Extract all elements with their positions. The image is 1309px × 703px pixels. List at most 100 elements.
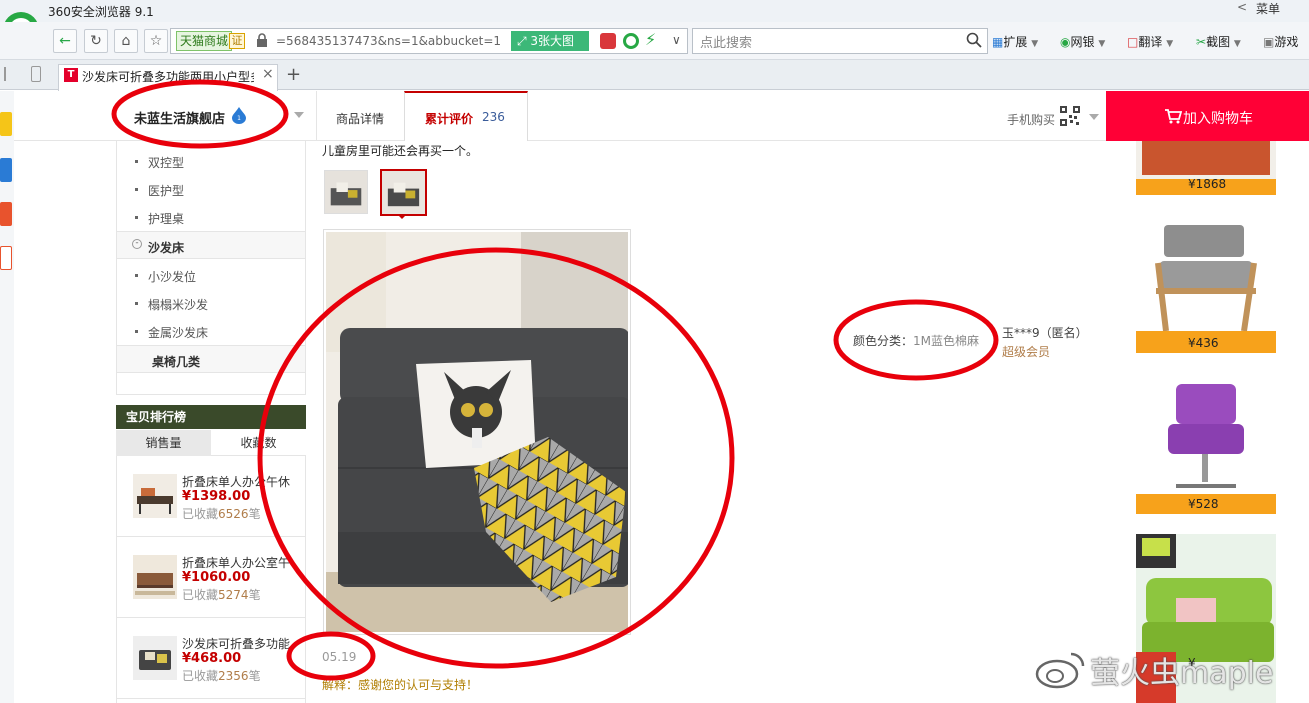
ranking-item-name[interactable]: 沙发床可折叠多功能 (182, 635, 292, 652)
tab-scroll-handle[interactable] (4, 67, 6, 81)
chevron-down-icon: ▼ (1098, 39, 1106, 49)
tab-sales[interactable]: 销售量 (116, 430, 211, 456)
chevron-down-icon: ▼ (1233, 39, 1241, 49)
svg-text:1: 1 (237, 115, 241, 122)
ranking-item-name[interactable]: 折叠床单人办公午休 (182, 473, 292, 490)
chevron-down-icon[interactable]: ∨ (672, 33, 681, 47)
weibo-watermark-icon (1035, 652, 1085, 689)
tmall-favicon-icon: T (64, 68, 78, 82)
tab-product-detail[interactable]: 商品详情 (336, 110, 384, 127)
category-group-row[interactable] (117, 345, 305, 373)
tab-title[interactable]: 沙发床可折叠多功能两用小户型多 (82, 68, 254, 85)
new-tab-button[interactable]: + (286, 64, 301, 85)
review-thumbnail[interactable] (324, 170, 368, 214)
favorite-icon[interactable] (0, 112, 12, 136)
mail-icon[interactable] (600, 33, 616, 49)
search-placeholder: 点此搜索 (700, 36, 753, 51)
category-item[interactable]: 金属沙发床 (148, 324, 208, 341)
category-group-row[interactable] (117, 231, 305, 259)
ranking-title: 宝贝排行榜 (116, 405, 306, 429)
recommend-price[interactable]: ¥1868 (1188, 177, 1226, 191)
bank-icon: ◉ (1060, 35, 1071, 49)
url-text[interactable]: =568435137473&ns=1&abbucket=1 (276, 34, 508, 48)
games-label: 游戏 (1274, 35, 1299, 49)
product-thumbnail[interactable] (133, 474, 177, 518)
refresh-icon[interactable]: ↻ (84, 29, 108, 53)
app-title: 360安全浏览器 9.1 (48, 5, 154, 19)
weibo-icon[interactable] (0, 202, 12, 226)
security-icon[interactable] (623, 33, 639, 49)
recommend-price[interactable]: ¥436 (1188, 336, 1219, 350)
review-thumbnail-selected[interactable] (380, 169, 427, 216)
ranking-item-fav: 已收藏6526笔 (182, 507, 261, 521)
chevron-down-icon: ▼ (1166, 39, 1174, 49)
sku-info: 颜色分类：1M蓝色棉麻 (853, 332, 979, 349)
window-back-button[interactable]: < (1237, 0, 1247, 14)
category-item[interactable]: 双控型 (148, 154, 184, 171)
reviewer-level[interactable]: 超级会员 (1002, 343, 1050, 360)
cart-icon (1165, 109, 1182, 124)
add-to-cart-label: 加入购物车 (1183, 111, 1253, 127)
games-tool[interactable]: ▣游戏 (1263, 33, 1298, 50)
seller-reply: 解释：感谢您的认可与支持！ (322, 678, 479, 692)
bank-tool[interactable]: ◉网银 ▼ (1060, 33, 1105, 50)
reviews-count: 236 (482, 110, 505, 124)
sku-value: 1M蓝色棉麻 (913, 334, 980, 348)
chevron-down-icon: ▼ (1031, 39, 1039, 49)
close-icon[interactable]: × (262, 66, 274, 82)
sku-label: 颜色分类： (853, 334, 914, 348)
bullet-icon (135, 160, 138, 163)
chevron-down-icon[interactable] (294, 112, 304, 118)
product-thumbnail[interactable] (133, 555, 177, 599)
category-item[interactable]: 榻榻米沙发 (148, 296, 208, 313)
selected-indicator (397, 214, 407, 219)
qr-code-icon[interactable] (1060, 106, 1080, 126)
window-titlebar (0, 0, 1309, 22)
bullet-icon (135, 330, 138, 333)
big-image-button[interactable]: ⤢ 3张大图 (511, 31, 589, 51)
recommend-item-image[interactable] (1136, 213, 1276, 353)
expand-icon: ⤢ (517, 34, 531, 48)
collapse-icon[interactable]: - (132, 239, 142, 249)
tab-reviews[interactable]: 累计评价 (425, 110, 473, 127)
notes-icon[interactable] (0, 158, 12, 182)
certificate-badge[interactable]: 证 (229, 33, 245, 49)
translate-icon: □ (1127, 35, 1139, 49)
translate-tool[interactable]: □翻译 ▼ (1127, 33, 1173, 50)
shop-name[interactable]: 未蓝生活旗舰店 (134, 108, 225, 127)
screenshot-tool[interactable]: ✂截图 ▼ (1196, 33, 1241, 50)
mobile-buy-label[interactable]: 手机购买 (1007, 111, 1055, 128)
recommend-item-image[interactable] (1136, 374, 1276, 514)
app-icon[interactable] (0, 246, 12, 270)
bullet-icon (135, 302, 138, 305)
star-icon[interactable]: ☆ (144, 29, 168, 53)
category-group-title[interactable]: 沙发床 (148, 239, 184, 256)
ranking-item-price: ¥468.00 (182, 651, 242, 666)
phone-icon[interactable] (31, 66, 41, 82)
watermark-text: 萤火虫maple (1090, 656, 1274, 691)
chevron-down-icon[interactable] (1089, 114, 1099, 120)
recommend-price[interactable]: ¥528 (1188, 497, 1219, 511)
screenshot-label: 截图 (1206, 35, 1231, 49)
search-icon[interactable] (966, 32, 982, 48)
ranking-item-fav: 已收藏2356笔 (182, 669, 261, 683)
window-menu-button[interactable]: 菜单 (1256, 0, 1280, 17)
ranking-item-price: ¥1060.00 (182, 570, 251, 585)
home-icon[interactable]: ⌂ (114, 29, 138, 53)
category-item[interactable]: 医护型 (148, 182, 184, 199)
lock-icon (257, 33, 267, 47)
category-item[interactable]: 护理桌 (148, 210, 184, 227)
category-group-title[interactable]: 桌椅几类 (152, 353, 200, 370)
lightning-icon[interactable]: ⚡ (645, 30, 656, 49)
review-text: 儿童房里可能还会再买一个。 (322, 144, 479, 158)
category-item[interactable]: 小沙发位 (148, 268, 196, 285)
extensions-label: 扩展 (1003, 35, 1028, 49)
back-arrow-icon[interactable]: ← (53, 29, 77, 53)
tmall-chip[interactable]: 天猫商城 (176, 31, 233, 51)
tab-favorites[interactable]: 收藏数 (211, 430, 306, 456)
big-image-label: 3张大图 (530, 34, 575, 48)
ranking-item-name[interactable]: 折叠床单人办公室午 (182, 554, 292, 571)
review-photo[interactable] (326, 232, 628, 632)
product-thumbnail[interactable] (133, 636, 177, 680)
extensions-tool[interactable]: ▦扩展 ▼ (992, 33, 1038, 50)
